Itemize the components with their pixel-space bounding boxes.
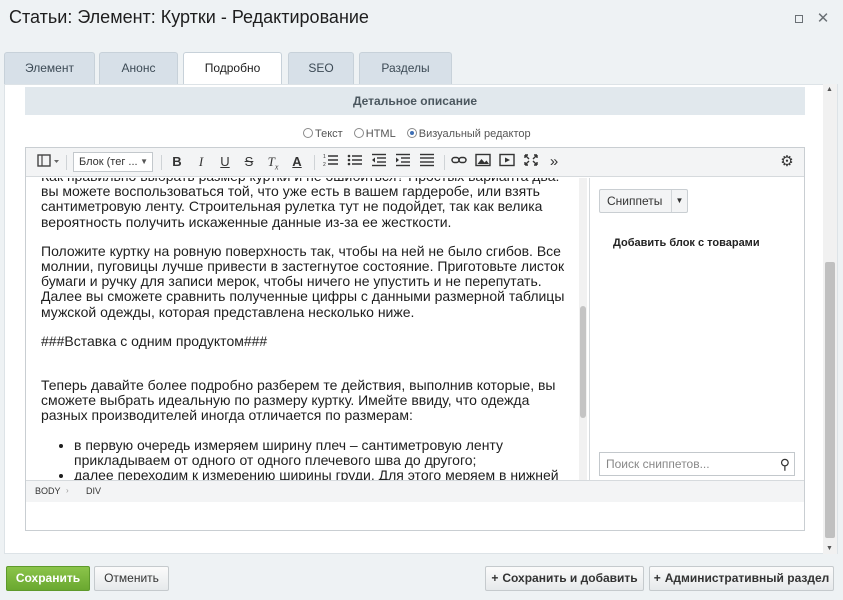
unordered-list-icon[interactable] — [346, 153, 364, 171]
search-icon[interactable]: ⚲ — [780, 453, 790, 475]
tab-announce[interactable]: Анонс — [99, 52, 178, 84]
dialog-scroll-thumb[interactable] — [825, 262, 835, 538]
visual-editor: Блок (тег ... ▼ B I U S Tx A 12 » ⚙ вы м… — [25, 147, 805, 531]
plus-icon: + — [653, 571, 661, 585]
svg-text:1: 1 — [323, 154, 326, 160]
paragraph: Как правильно выбрать размер куртки и не… — [41, 178, 559, 230]
chevron-right-icon: › — [66, 486, 69, 495]
path-item-body[interactable]: BODY — [35, 486, 61, 496]
list-item: далее переходим к измерению ширины груди… — [74, 468, 573, 480]
radio-visual[interactable] — [406, 128, 417, 138]
content-scrollbar[interactable] — [579, 178, 587, 480]
snippets-button[interactable]: Сниппеты ▼ — [599, 189, 688, 213]
editor-mode-switch: Текст HTML Визуальный редактор — [303, 128, 539, 140]
outdent-icon[interactable] — [370, 153, 388, 171]
element-path-bar: BODY › DIV — [26, 480, 804, 502]
align-icon[interactable] — [418, 153, 436, 171]
mode-visual[interactable]: Визуальный редактор — [406, 128, 531, 140]
bullet-list: в первую очередь измеряем ширину плеч – … — [74, 437, 573, 480]
dialog-scrollbar[interactable]: ▲ ▼ — [823, 84, 837, 554]
image-icon[interactable] — [474, 153, 492, 171]
plus-icon: + — [491, 571, 499, 585]
mode-visual-label: Визуальный редактор — [418, 128, 531, 140]
mode-html[interactable]: HTML — [353, 128, 396, 140]
tab-details[interactable]: Подробно — [183, 52, 282, 85]
window-title: Статьи: Элемент: Куртки - Редактирование — [9, 7, 369, 27]
clear-format-icon[interactable]: Tx — [264, 153, 282, 172]
snippet-placeholder: ###Вставка с одним продуктом### — [41, 332, 268, 349]
section-title: Детальное описание — [25, 87, 805, 115]
ordered-list-icon[interactable]: 12 — [322, 153, 340, 171]
editor-content[interactable]: Как правильно выбрать размер куртки и не… — [26, 178, 579, 480]
close-icon[interactable]: ✕ — [814, 10, 832, 28]
paragraph: Теперь давайте более подробно разберем т… — [41, 377, 556, 424]
mode-text[interactable]: Текст — [303, 128, 343, 140]
bold-icon[interactable]: B — [168, 153, 186, 171]
mode-html-label: HTML — [365, 128, 396, 140]
editor-text: Как правильно выбрать размер куртки и не… — [41, 178, 573, 480]
save-and-add-label: Сохранить и добавить — [502, 571, 638, 585]
snippets-panel: Сниппеты ▼ Добавить блок с товарами Поиск… — [589, 178, 804, 480]
underline-icon[interactable]: U — [216, 153, 234, 171]
block-tag-select-label: Блок (тег ... — [79, 156, 138, 168]
cancel-button[interactable]: Отменить — [94, 566, 169, 591]
strikethrough-icon[interactable]: S — [240, 153, 258, 171]
scroll-up-icon[interactable]: ▲ — [826, 86, 833, 93]
indent-icon[interactable] — [394, 153, 412, 171]
svg-text:2: 2 — [323, 162, 326, 167]
more-icon[interactable]: » — [545, 153, 563, 171]
video-icon[interactable] — [498, 153, 516, 171]
save-and-add-button[interactable]: + Сохранить и добавить — [485, 566, 644, 591]
admin-section-label: Административный раздел — [664, 571, 830, 585]
italic-icon[interactable]: I — [192, 153, 210, 171]
titlebar: Статьи: Элемент: Куртки - Редактирование… — [0, 0, 843, 38]
radio-html[interactable] — [353, 128, 364, 138]
snippet-search-placeholder: Поиск сниппетов... — [606, 457, 710, 471]
tab-element[interactable]: Элемент — [4, 52, 95, 84]
tab-seo[interactable]: SEO — [288, 52, 354, 84]
admin-section-button[interactable]: + Административный раздел — [649, 566, 834, 591]
mode-text-label: Текст — [315, 128, 343, 140]
paragraph: Положите куртку на ровную поверхность та… — [41, 242, 565, 320]
path-item-div[interactable]: DIV — [86, 486, 101, 496]
content-scroll-thumb[interactable] — [580, 306, 586, 418]
save-button[interactable]: Сохранить — [6, 566, 90, 591]
scroll-down-icon[interactable]: ▼ — [826, 545, 833, 552]
list-item: в первую очередь измеряем ширину плеч – … — [74, 437, 573, 468]
add-products-block[interactable]: Добавить блок с товарами — [613, 237, 760, 249]
view-mode-icon[interactable] — [34, 153, 62, 171]
fullscreen-icon[interactable] — [522, 153, 540, 171]
edit-dialog: Статьи: Элемент: Куртки - Редактирование… — [0, 0, 843, 600]
snippets-button-label: Сниппеты — [607, 194, 663, 208]
tab-sections[interactable]: Разделы — [359, 52, 452, 84]
block-tag-select[interactable]: Блок (тег ... ▼ — [73, 152, 153, 172]
maximize-icon[interactable] — [790, 10, 808, 28]
tab-panel: Детальное описание Текст HTML Визуальный… — [4, 84, 838, 554]
font-color-icon[interactable]: A — [288, 153, 306, 171]
chevron-down-icon[interactable]: ▼ — [671, 190, 687, 212]
radio-text[interactable] — [303, 128, 313, 138]
settings-icon[interactable]: ⚙ — [778, 153, 796, 171]
link-icon[interactable] — [450, 153, 468, 171]
snippet-search-input[interactable]: Поиск сниппетов... ⚲ — [599, 452, 795, 476]
editor-toolbar: Блок (тег ... ▼ B I U S Tx A 12 » ⚙ — [26, 148, 804, 177]
